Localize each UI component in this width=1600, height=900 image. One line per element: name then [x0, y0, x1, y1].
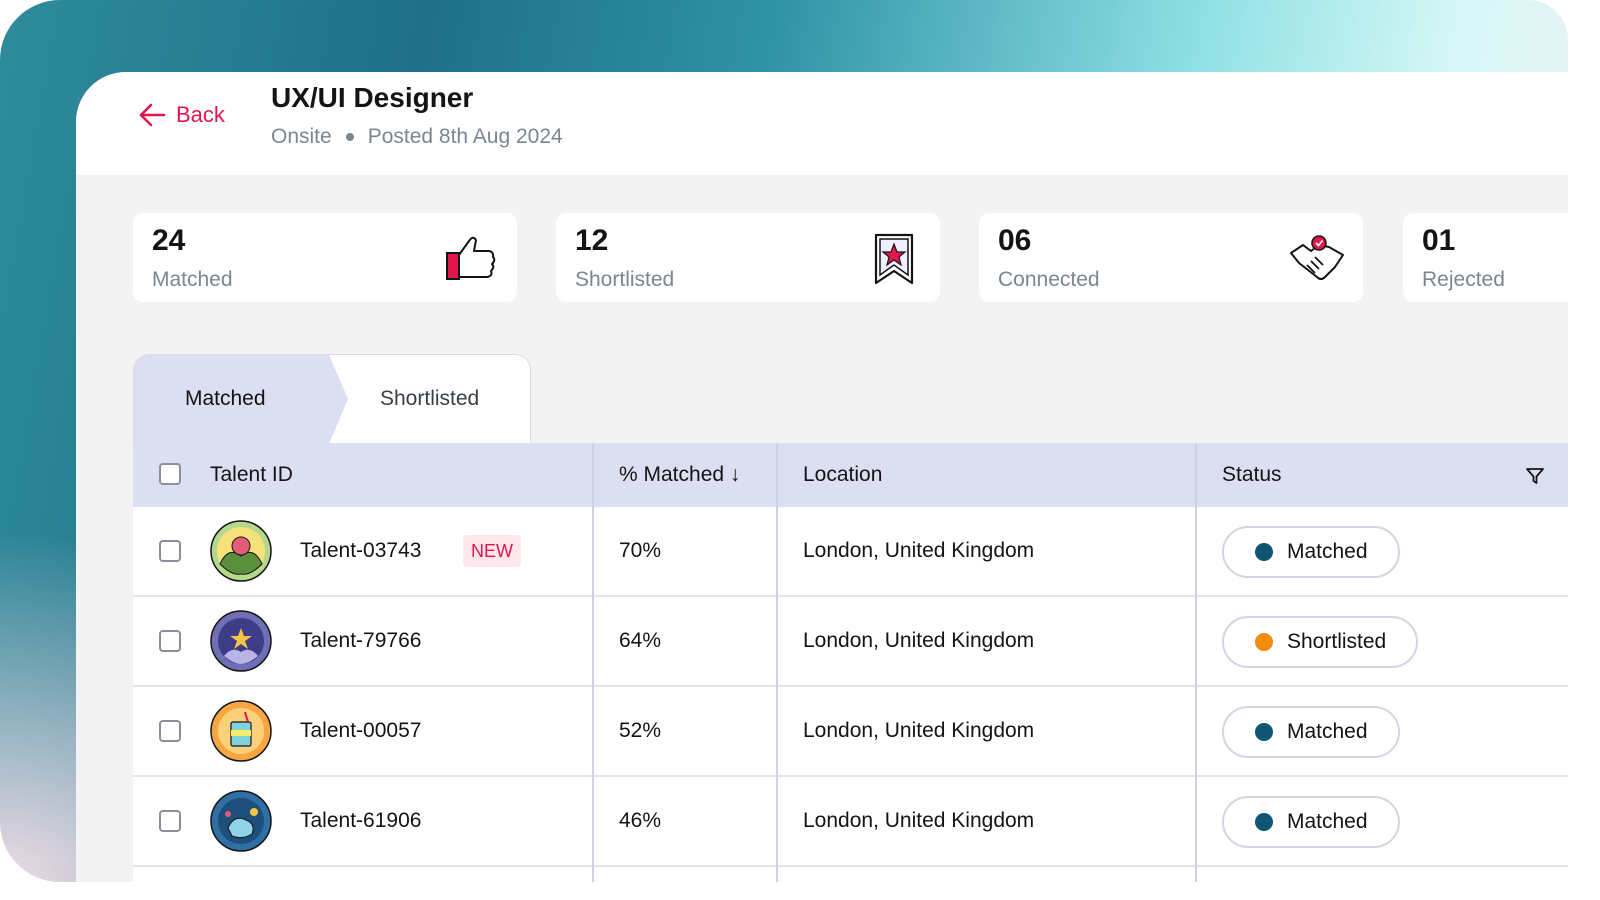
location: London, United Kingdom	[803, 539, 1035, 562]
talent-id[interactable]: Talent-79766	[300, 597, 421, 685]
stat-card-matched: 24 Matched	[133, 213, 517, 302]
status-dot	[1255, 633, 1273, 651]
row-checkbox[interactable]	[159, 540, 181, 562]
stat-value: 01	[1422, 224, 1456, 257]
talent-id[interactable]: Talent-61906	[300, 777, 421, 865]
happy-badge-icon	[210, 790, 272, 852]
page-title: UX/UI Designer	[271, 82, 474, 113]
column-divider	[1195, 443, 1197, 882]
talent-id[interactable]: Talent-00057	[300, 687, 421, 775]
status-badge[interactable]: Matched	[1222, 526, 1400, 578]
status-dot	[1255, 813, 1273, 831]
tab-matched-label[interactable]: Matched	[185, 387, 266, 411]
stat-card-connected: 06 Connected	[979, 213, 1363, 302]
matched-percent: 46%	[619, 809, 662, 832]
work-type: Onsite	[271, 125, 332, 148]
handshake-icon	[1290, 235, 1344, 280]
row-checkbox[interactable]	[159, 810, 181, 832]
column-divider	[776, 443, 778, 882]
arrow-left-icon	[139, 103, 166, 127]
tab-shortlisted[interactable]: Shortlisted	[380, 387, 479, 411]
status-label: Matched	[1287, 540, 1368, 563]
back-button[interactable]: Back	[138, 102, 225, 128]
column-divider	[592, 443, 594, 882]
page-header: Back UX/UI Designer Onsite Posted 8th Au…	[76, 72, 1568, 175]
matched-percent: 52%	[619, 719, 662, 742]
status-label: Matched	[1287, 720, 1368, 743]
stat-value: 06	[998, 224, 1032, 257]
table-row[interactable]: Talent-61906 46% London, United Kingdom …	[133, 777, 1568, 867]
status-badge[interactable]: Matched	[1222, 796, 1400, 848]
talent-id[interactable]: Talent-03743	[300, 507, 421, 595]
filter-icon[interactable]	[1525, 466, 1545, 486]
job-meta: Onsite Posted 8th Aug 2024	[271, 125, 563, 149]
stat-value: 12	[575, 224, 609, 257]
table-row[interactable]: Talent-79766 64% London, United Kingdom …	[133, 597, 1568, 687]
thumbs-up-icon	[446, 236, 496, 280]
optimistic-badge-icon	[210, 700, 272, 762]
stat-card-shortlisted: 12 Shortlisted	[556, 213, 940, 302]
matched-percent: 70%	[619, 539, 662, 562]
location: London, United Kingdom	[803, 629, 1035, 652]
select-all-checkbox[interactable]	[159, 463, 181, 485]
bookmark-star-icon	[874, 233, 914, 285]
row-checkbox[interactable]	[159, 630, 181, 652]
separator-dot	[345, 133, 354, 141]
table-header: Talent ID % Matched ↓ Location Status	[133, 443, 1568, 507]
stat-label: Rejected	[1422, 268, 1505, 291]
status-label: Matched	[1287, 810, 1368, 833]
talent-table: Talent ID % Matched ↓ Location Status Ta…	[133, 443, 1568, 882]
table-row[interactable]	[133, 867, 1568, 882]
stat-value: 24	[152, 224, 186, 257]
location: London, United Kingdom	[803, 719, 1035, 742]
row-checkbox[interactable]	[159, 720, 181, 742]
stat-card-rejected: 01 Rejected	[1403, 213, 1568, 302]
stat-label: Matched	[152, 268, 233, 291]
status-badge[interactable]: Matched	[1222, 706, 1400, 758]
column-header-talent-id[interactable]: Talent ID	[210, 443, 293, 507]
status-dot	[1255, 723, 1273, 741]
status-dot	[1255, 543, 1273, 561]
status-badge[interactable]: Shortlisted	[1222, 616, 1419, 668]
positive-badge-icon	[210, 610, 272, 672]
column-header-location[interactable]: Location	[803, 443, 882, 507]
new-badge: NEW	[463, 535, 521, 567]
column-header-matched[interactable]: % Matched ↓	[619, 443, 740, 507]
imaginative-badge-icon	[210, 520, 272, 582]
location: London, United Kingdom	[803, 809, 1035, 832]
status-label: Shortlisted	[1287, 630, 1387, 653]
tab-bar: Matched Shortlisted	[133, 354, 531, 444]
matched-percent: 64%	[619, 629, 662, 652]
table-row[interactable]: Talent-00057 52% London, United Kingdom …	[133, 687, 1568, 777]
posted-date: Posted 8th Aug 2024	[367, 125, 563, 148]
stat-label: Shortlisted	[575, 268, 675, 291]
app-window: Back UX/UI Designer Onsite Posted 8th Au…	[76, 72, 1568, 882]
column-header-status[interactable]: Status	[1222, 443, 1282, 507]
table-row[interactable]: Talent-03743 NEW 70% London, United King…	[133, 507, 1568, 597]
back-label: Back	[176, 102, 225, 127]
stat-label: Connected	[998, 268, 1100, 291]
